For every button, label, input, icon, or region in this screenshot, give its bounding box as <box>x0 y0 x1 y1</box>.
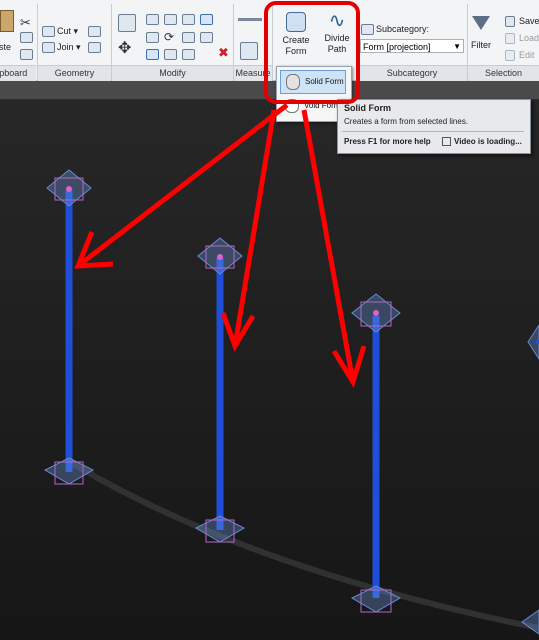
filter-label: Filter <box>471 40 491 50</box>
measure-icon[interactable] <box>238 18 262 21</box>
trim-icon[interactable] <box>182 32 195 43</box>
mirror-axis-icon[interactable] <box>164 14 177 25</box>
save-selection-button[interactable]: Save <box>519 16 539 26</box>
tooltip-help-text: Press F1 for more help <box>344 137 431 146</box>
reference-curve <box>68 459 539 631</box>
split-element-icon[interactable] <box>200 14 213 25</box>
column-element[interactable] <box>350 293 402 613</box>
subcategory-panel-label: Subcategory <box>357 65 467 81</box>
edit-selection-icon <box>505 50 515 61</box>
column-element[interactable] <box>43 169 95 485</box>
geometry-panel-label: Geometry <box>38 65 111 81</box>
highlight-box <box>264 1 360 104</box>
tooltip-divider <box>342 131 524 132</box>
dimension-icon[interactable] <box>240 42 258 60</box>
delete-icon[interactable]: ✖ <box>218 45 229 61</box>
video-icon <box>442 137 451 146</box>
wall-joins-icon[interactable] <box>88 26 101 37</box>
column-element[interactable] <box>521 324 539 635</box>
load-selection-icon <box>505 33 515 44</box>
match-properties-icon[interactable] <box>20 49 33 60</box>
unpin-icon[interactable] <box>182 49 195 60</box>
split-face-icon[interactable] <box>88 42 101 53</box>
join-geometry-icon <box>42 42 55 53</box>
load-selection-button[interactable]: Load <box>519 33 539 43</box>
filter-button[interactable]: Filter <box>469 14 493 60</box>
paste-icon <box>0 10 14 32</box>
rotate-icon[interactable]: ⟳ <box>164 30 174 44</box>
join-label: Join <box>57 42 74 52</box>
paste-button[interactable]: Paste <box>0 6 14 62</box>
modify-panel-label: Modify <box>112 65 233 81</box>
edit-selection-button[interactable]: Edit <box>519 50 535 60</box>
viewport-canvas <box>43 169 539 635</box>
filter-icon <box>472 16 490 30</box>
subcategory-select[interactable]: Form [projection] ▼ <box>360 39 464 53</box>
chevron-down-icon: ▼ <box>453 42 461 51</box>
align-icon[interactable] <box>118 14 136 32</box>
clipboard-panel-label: Clipboard <box>0 65 36 81</box>
column-element[interactable] <box>194 237 246 543</box>
tooltip-video-text: Video is loading... <box>454 137 522 146</box>
cut-geometry-button[interactable]: Cut ▾ <box>57 26 78 37</box>
move-icon[interactable]: ✥ <box>118 38 131 58</box>
subcategory-field-label: Subcategory: <box>376 24 430 34</box>
copy-element-icon[interactable] <box>146 32 159 43</box>
cut-clipboard-icon[interactable]: ✂ <box>20 15 31 31</box>
mirror-draw-icon[interactable] <box>182 14 195 25</box>
cut-label: Cut <box>57 26 72 36</box>
save-selection-icon <box>505 16 515 27</box>
join-geometry-button[interactable]: Join ▾ <box>57 42 81 53</box>
offset-icon[interactable] <box>146 14 159 25</box>
tooltip-title: Solid Form <box>344 103 391 113</box>
scale-icon[interactable] <box>200 32 213 43</box>
tooltip-description: Creates a form from selected lines. <box>344 117 469 126</box>
subcategory-selected-value: Form [projection] <box>363 42 431 52</box>
cut-geometry-icon <box>42 26 55 37</box>
drawing-viewport[interactable] <box>0 100 539 640</box>
selection-panel-label: Selection <box>468 65 539 81</box>
pin-icon[interactable] <box>164 49 177 60</box>
paste-label: Paste <box>0 42 12 52</box>
array-icon[interactable] <box>146 49 159 60</box>
subcategory-icon <box>361 24 374 35</box>
copy-icon[interactable] <box>20 32 33 43</box>
tooltip: Solid Form Creates a form from selected … <box>337 99 531 154</box>
